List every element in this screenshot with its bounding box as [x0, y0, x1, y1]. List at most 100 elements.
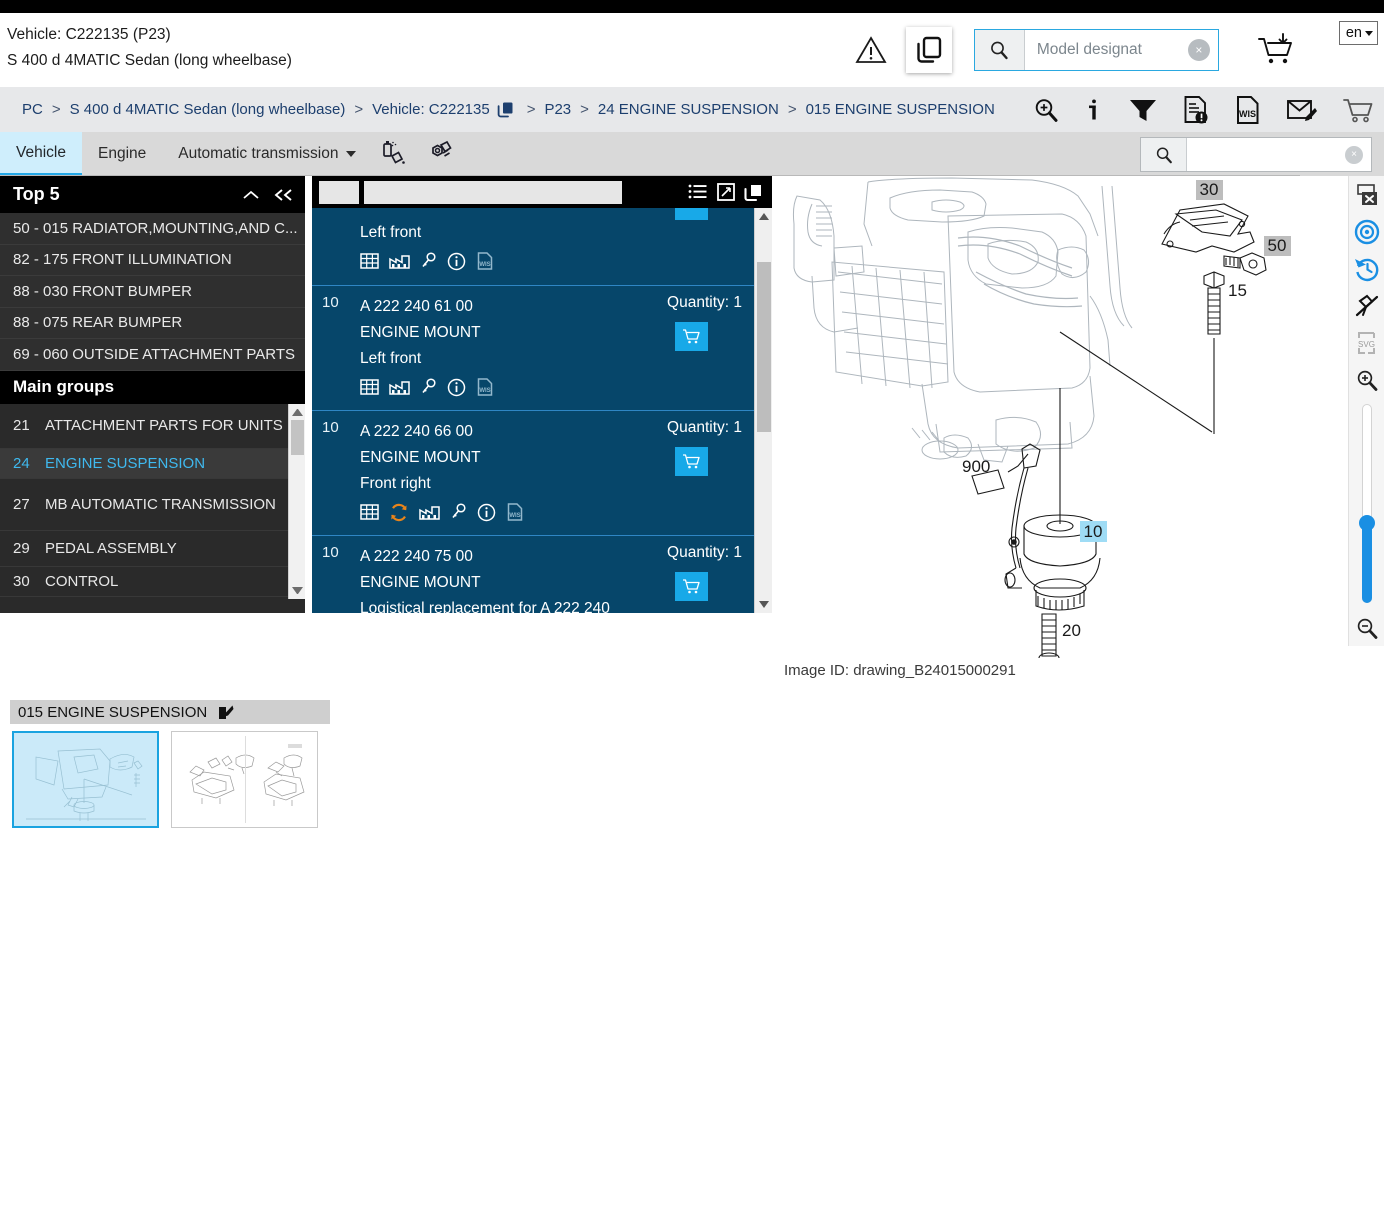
tab-automatic-transmission[interactable]: Automatic transmission — [162, 132, 372, 176]
tab-engine[interactable]: Engine — [82, 132, 162, 176]
history-undo-icon[interactable] — [1349, 250, 1384, 287]
paint-spray-icon[interactable] — [372, 132, 416, 176]
factory-icon[interactable] — [389, 252, 410, 270]
copy-vehicle-icon[interactable] — [497, 101, 514, 118]
scroll-down-arrow-icon[interactable] — [759, 601, 769, 608]
scroll-up-arrow-icon[interactable] — [292, 408, 303, 416]
refresh-icon[interactable] — [389, 503, 409, 522]
add-to-cart-icon[interactable] — [1255, 33, 1299, 67]
workspace: Top 5 50 - 015 RADIATOR,MOUNTING,AND C..… — [0, 176, 1384, 679]
language-selector[interactable]: en — [1338, 21, 1378, 45]
add-to-cart-button[interactable] — [675, 447, 708, 476]
breadcrumb-item-3[interactable]: P23 — [544, 101, 571, 118]
cart-icon[interactable] — [1342, 96, 1374, 124]
top5-item-0[interactable]: 50 - 015 RADIATOR,MOUNTING,AND C... — [0, 213, 305, 245]
scrollbar-thumb[interactable] — [291, 419, 304, 455]
wis-icon[interactable]: WIS — [506, 502, 524, 522]
main-group-item-21[interactable]: 21 ATTACHMENT PARTS FOR UNITS — [0, 404, 305, 449]
wis-icon[interactable]: WIS — [476, 377, 494, 397]
main-group-item-24[interactable]: 24 ENGINE SUSPENSION — [0, 448, 305, 479]
parts-search-clear-button[interactable]: × — [1345, 145, 1363, 164]
parts-search-input[interactable]: × — [1187, 138, 1371, 171]
svg-export-icon[interactable]: SVG — [1349, 324, 1384, 361]
part-quantity: Quantity: 1 — [667, 544, 742, 562]
main-groups-header: Main groups — [0, 370, 305, 404]
scroll-down-arrow-icon[interactable] — [292, 586, 303, 595]
table-icon[interactable] — [360, 378, 379, 396]
info-icon[interactable] — [477, 503, 496, 522]
document-alert-icon[interactable] — [1182, 95, 1210, 125]
parts-toolbar-field-wide[interactable] — [364, 180, 622, 204]
info-icon[interactable] — [1084, 96, 1104, 124]
main-groups-scrollbar[interactable] — [288, 403, 305, 599]
add-to-cart-button[interactable] — [675, 322, 708, 351]
info-icon[interactable] — [447, 252, 466, 271]
chevron-up-icon[interactable] — [241, 188, 261, 202]
target-icon[interactable] — [1349, 213, 1384, 250]
tab-bar: Vehicle Engine Automatic transmission × — [0, 132, 1384, 176]
key-icon[interactable] — [420, 252, 437, 270]
double-chevron-left-icon[interactable] — [273, 188, 295, 202]
breadcrumb-item-0[interactable]: PC — [22, 101, 43, 118]
part-row[interactable]: Left front WIS — [312, 208, 772, 286]
breadcrumb-item-4[interactable]: 24 ENGINE SUSPENSION — [598, 101, 779, 118]
parts-search-box[interactable]: × — [1140, 137, 1372, 172]
copy-icon[interactable] — [905, 27, 952, 73]
edit-icon[interactable] — [217, 704, 234, 721]
top5-item-4[interactable]: 69 - 060 OUTSIDE ATTACHMENT PARTS — [0, 339, 305, 371]
mail-edit-icon[interactable] — [1286, 96, 1318, 124]
model-search-input[interactable]: Model designat × — [1025, 30, 1218, 70]
zoom-in-icon[interactable] — [1349, 361, 1384, 398]
table-icon[interactable] — [360, 252, 379, 270]
top5-item-1[interactable]: 82 - 175 FRONT ILLUMINATION — [0, 245, 305, 276]
main-group-item-29[interactable]: 29 PEDAL ASSEMBLY — [0, 531, 305, 567]
parts-toolbar-field-small[interactable] — [319, 180, 359, 204]
part-action-icons: WIS — [360, 251, 632, 271]
expand-icon[interactable] — [717, 183, 735, 201]
breadcrumb-item-5[interactable]: 015 ENGINE SUSPENSION — [806, 101, 995, 118]
wis-icon[interactable]: WIS — [476, 251, 494, 271]
factory-icon[interactable] — [389, 378, 410, 396]
key-icon[interactable] — [450, 503, 467, 521]
list-view-icon[interactable] — [688, 183, 708, 201]
scrollbar-thumb[interactable] — [757, 262, 771, 432]
breadcrumb-item-2[interactable]: Vehicle: C222135 — [372, 101, 490, 118]
engine-suspension-drawing[interactable]: 30 50 15 900 10 20 — [772, 176, 1344, 658]
close-panel-icon[interactable] — [1349, 176, 1384, 213]
technical-drawing-panel: 30 50 15 900 10 20 Image ID: drawing_B24… — [772, 176, 1384, 679]
key-icon[interactable] — [420, 378, 437, 396]
warning-triangle-icon[interactable] — [848, 27, 894, 73]
scroll-up-arrow-icon[interactable] — [759, 213, 769, 220]
part-row[interactable]: 10 Quantity: 1 A 222 240 61 00 ENGINE MO… — [312, 286, 772, 411]
zoom-out-icon[interactable] — [1349, 609, 1384, 646]
model-search-clear-button[interactable]: × — [1187, 39, 1210, 61]
info-icon[interactable] — [447, 378, 466, 397]
tab-vehicle[interactable]: Vehicle — [0, 132, 82, 176]
add-to-cart-button[interactable] — [675, 208, 708, 220]
zoom-slider[interactable] — [1358, 404, 1375, 603]
part-number: A 222 240 75 00 — [360, 548, 473, 565]
thumbnail-item-1[interactable] — [171, 731, 318, 828]
add-to-cart-button[interactable] — [675, 572, 708, 601]
thumbnail-item-0[interactable] — [12, 731, 159, 828]
top5-item-2[interactable]: 88 - 030 FRONT BUMPER — [0, 276, 305, 308]
main-group-item-30[interactable]: 30 CONTROL — [0, 567, 305, 597]
part-row[interactable]: 10 Quantity: 1 A 222 240 75 00 ENGINE MO… — [312, 536, 772, 613]
wis-document-icon[interactable]: WIS — [1234, 95, 1262, 125]
main-group-item-27[interactable]: 27 MB AUTOMATIC TRANSMISSION — [0, 479, 305, 531]
parts-toolbar-icons — [688, 183, 765, 202]
copy-icon[interactable] — [744, 183, 763, 202]
part-row[interactable]: 10 Quantity: 1 A 222 240 66 00 ENGINE MO… — [312, 411, 772, 536]
breadcrumb-item-1[interactable]: S 400 d 4MATIC Sedan (long wheelbase) — [70, 101, 346, 118]
unpin-icon[interactable] — [1349, 287, 1384, 324]
zoom-in-icon[interactable] — [1032, 96, 1060, 124]
filter-icon[interactable] — [1128, 96, 1158, 124]
top5-item-3[interactable]: 88 - 075 REAR BUMPER — [0, 308, 305, 339]
parts-list-scrollbar[interactable] — [754, 208, 772, 613]
factory-icon[interactable] — [419, 503, 440, 521]
main-group-num: 27 — [13, 495, 30, 513]
table-icon[interactable] — [360, 503, 379, 521]
nut-and-bolt-icon[interactable] — [416, 132, 462, 176]
model-search-box[interactable]: Model designat × — [973, 29, 1219, 71]
zoom-slider-knob[interactable] — [1358, 515, 1375, 532]
